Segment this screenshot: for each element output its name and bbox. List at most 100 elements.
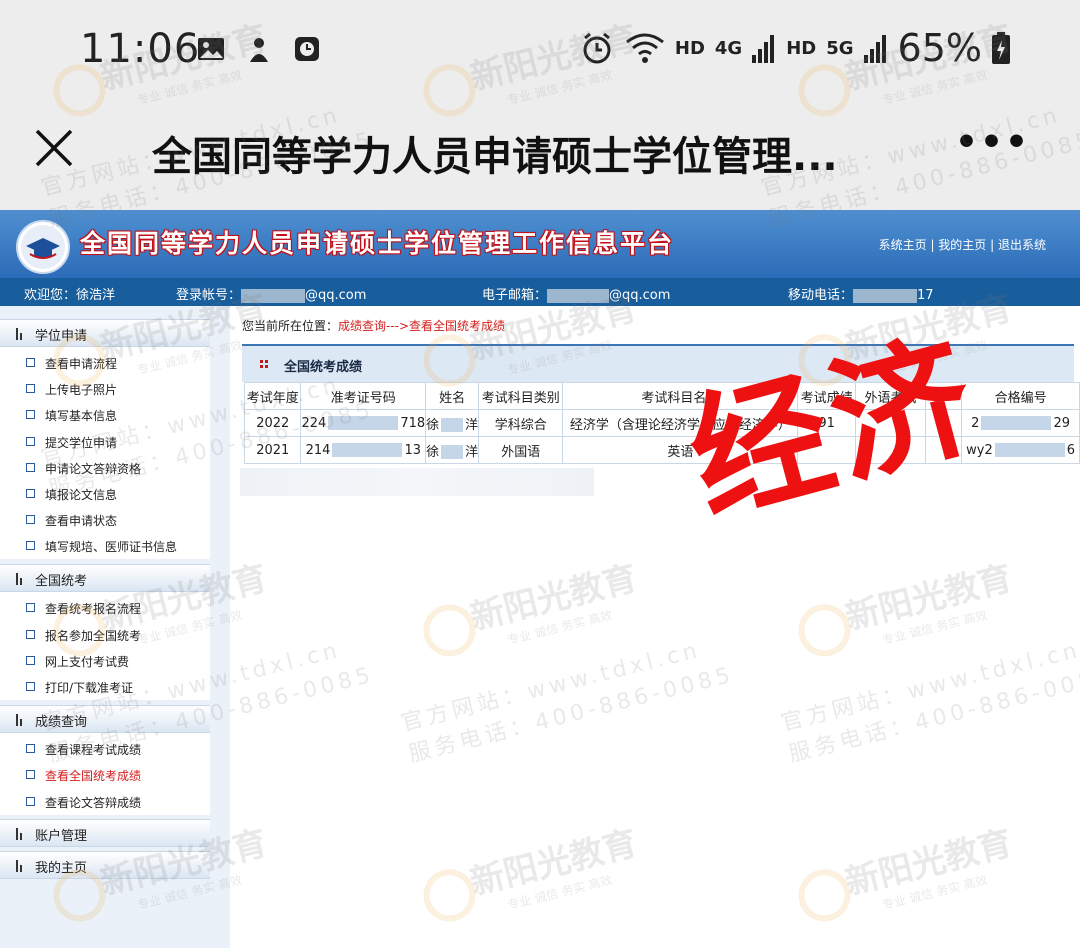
account-label: 登录帐号： (176, 288, 242, 303)
section-label: 我的主页 (35, 861, 88, 876)
bullet-box-icon (26, 515, 35, 524)
nav-separator: | (986, 238, 998, 252)
name-suffix: 洋 (465, 444, 479, 460)
nav-logout[interactable]: 退出系统 (998, 238, 1046, 252)
sidebar-item-course-score[interactable]: 查看课程考试成绩 (26, 741, 141, 758)
bullet-box-icon (26, 770, 35, 779)
bullet-box-icon (26, 463, 35, 472)
redacted-mask (981, 416, 1052, 430)
sidebar-item-label: 查看课程考试成绩 (45, 743, 142, 757)
sidebar-item-certificate-info[interactable]: 填写规培、医师证书信息 (26, 538, 177, 555)
welcome-text: 欢迎您：徐浩洋 (24, 288, 116, 303)
sidebar-item-label: 查看申请流程 (45, 357, 118, 371)
redacted-mask (328, 416, 399, 430)
ticket-prefix: 224 (301, 415, 327, 431)
close-icon[interactable] (34, 128, 74, 168)
ticket-suffix: 13 (404, 442, 421, 458)
sidebar-item-defense-qualification[interactable]: 申请论文答辩资格 (26, 460, 141, 477)
ticket-suffix: 718 (400, 415, 426, 431)
redacted-mask (547, 288, 610, 303)
sidebar-section-account[interactable]: 账户管理 (0, 819, 210, 847)
wifi-icon (625, 33, 664, 63)
sidebar-item-exam-process[interactable]: 查看统考报名流程 (26, 600, 141, 617)
alarm-icon (583, 32, 611, 64)
bullet-box-icon (26, 682, 35, 691)
grid-icon (260, 360, 268, 368)
network-5g-label: 5G (826, 37, 854, 59)
cell-ticket: 214 13 (300, 436, 427, 464)
section-label: 学位申请 (35, 329, 88, 344)
sidebar-item-upload-photo[interactable]: 上传电子照片 (26, 381, 117, 398)
cell-year: 2021 (243, 436, 302, 464)
status-time: 11:06 (80, 26, 201, 72)
sidebar-section-national-exam[interactable]: 全国统考 (0, 564, 210, 592)
signal-icon-2 (863, 35, 886, 63)
sidebar-item-label: 查看论文答辩成绩 (45, 796, 142, 810)
sidebar-item-basic-info[interactable]: 填写基本信息 (26, 407, 117, 424)
sidebar-item-exam-register[interactable]: 报名参加全国统考 (26, 627, 141, 644)
bullet-box-icon (26, 489, 35, 498)
col-header-name: 姓名 (425, 382, 480, 410)
nav-system-home[interactable]: 系统主页 (879, 238, 927, 252)
sidebar-section-score-query[interactable]: 成绩查询 (0, 705, 210, 733)
blurred-area (240, 468, 594, 496)
col-header-ticket: 准考证号码 (300, 382, 427, 410)
cell-ticket: 224 718 (300, 409, 427, 437)
sidebar-item-defense-score[interactable]: 查看论文答辩成绩 (26, 794, 141, 811)
network-hd-label: HD (674, 37, 705, 59)
sidebar-item-label: 查看申请状态 (45, 514, 118, 528)
sidebar-item-label: 网上支付考试费 (45, 655, 130, 669)
bullet-box-icon (26, 603, 35, 612)
cell-year: 2022 (243, 409, 302, 437)
site-logo (16, 220, 70, 274)
sidebar-links-degree-application: 查看申请流程 上传电子照片 填写基本信息 提交学位申请 申请论文答辩资格 填报论… (0, 347, 210, 559)
breadcrumb-label: 您当前所在位置： (242, 319, 339, 333)
sidebar-item-thesis-info[interactable]: 填报论文信息 (26, 486, 117, 503)
sidebar-item-label: 上传电子照片 (45, 383, 118, 397)
sidebar-section-my-home[interactable]: 我的主页 (0, 851, 210, 879)
cell-category: 外国语 (478, 436, 564, 464)
sidebar-item-view-process[interactable]: 查看申请流程 (26, 355, 117, 372)
sidebar-item-submit-application[interactable]: 提交学位申请 (26, 434, 117, 451)
sidebar-item-print-ticket[interactable]: 打印/下载准考证 (26, 679, 133, 696)
breadcrumb-path[interactable]: 成绩查询--->查看全国统考成绩 (338, 319, 505, 333)
sidebar-links-national-exam: 查看统考报名流程 报名参加全国统考 网上支付考试费 打印/下载准考证 (0, 592, 210, 700)
section-bars-icon (16, 828, 24, 840)
more-menu-button[interactable]: ••• (955, 122, 1030, 163)
name-prefix: 徐 (426, 417, 440, 433)
sidebar-item-label: 填写规培、医师证书信息 (45, 540, 178, 554)
bullet-box-icon (26, 744, 35, 753)
sidebar-item-label: 打印/下载准考证 (45, 681, 134, 695)
nav-my-home[interactable]: 我的主页 (938, 238, 986, 252)
sidebar-section-degree-application[interactable]: 学位申请 (0, 319, 210, 347)
phone-label: 移动电话： (788, 288, 854, 303)
redacted-mask (241, 288, 306, 303)
battery-percent: 65% (897, 26, 982, 70)
sidebar-item-label: 查看全国统考成绩 (45, 769, 142, 783)
email-label: 电子邮箱： (482, 288, 548, 303)
site-header: 全国同等学力人员申请硕士学位管理工作信息平台 系统主页 | 我的主页 | 退出系… (0, 210, 1080, 278)
phone-value: 17 (917, 288, 934, 303)
cell-category: 学科综合 (478, 409, 564, 437)
bullet-box-icon (26, 630, 35, 639)
redacted-mask (332, 443, 403, 457)
section-label: 成绩查询 (35, 715, 88, 730)
network-hd-label-2: HD (786, 37, 817, 59)
redacted-mask (441, 445, 464, 459)
battery-charging-icon (992, 32, 1010, 64)
bullet-box-icon (26, 797, 35, 806)
sidebar-item-application-status[interactable]: 查看申请状态 (26, 512, 117, 529)
section-bars-icon (16, 860, 24, 872)
sidebar-links-score-query: 查看课程考试成绩 查看全国统考成绩 查看论文答辩成绩 (0, 733, 210, 815)
user-info-bar: 欢迎您：徐浩洋 登录帐号： @qq.com 电子邮箱： @qq.com 移动电话： 1… (0, 278, 1080, 306)
name-prefix: 徐 (426, 444, 440, 460)
sidebar-item-pay-fee[interactable]: 网上支付考试费 (26, 653, 129, 670)
sidebar-item-national-score[interactable]: 查看全国统考成绩 (26, 767, 141, 784)
section-bars-icon (16, 573, 24, 585)
breadcrumb: 您当前所在位置：成绩查询--->查看全国统考成绩 (242, 317, 505, 334)
sidebar-item-label: 填报论文信息 (45, 488, 118, 502)
site-nav: 系统主页 | 我的主页 | 退出系统 (879, 236, 1046, 253)
panel-title: 全国统考成绩 (284, 360, 363, 375)
name-suffix: 洋 (465, 417, 479, 433)
graduation-cap-icon (21, 225, 65, 269)
